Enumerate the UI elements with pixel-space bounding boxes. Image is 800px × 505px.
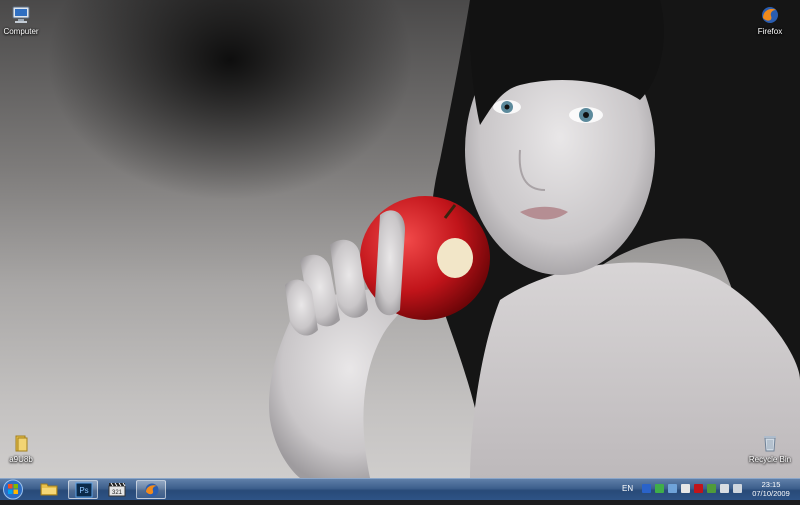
firefox-icon [762,7,778,23]
shield-icon[interactable] [707,484,716,493]
windows-logo-icon [3,479,23,500]
clock[interactable]: 23:15 07/10/2009 [748,480,794,498]
antivirus-icon[interactable] [694,484,703,493]
display-icon[interactable] [720,484,729,493]
clock-time: 23:15 [761,480,781,489]
computer-icon [12,6,30,23]
desktop-icon-label: Firefox [757,27,783,36]
network-icon[interactable] [668,484,677,493]
taskbar-button-media-player[interactable]: 321 [102,480,132,499]
desktop-icon-label: a9U8b [9,455,33,464]
folder-icon [40,483,58,496]
taskbar-button-photoshop[interactable]: Ps [68,480,98,499]
system-tray: EN 23:15 07/10/2009 [618,479,800,500]
taskbar-button-explorer[interactable] [34,480,64,499]
svg-text:Ps: Ps [79,486,88,495]
clock-date: 07/10/2009 [752,489,790,498]
desktop-icon-firefox[interactable]: Firefox [746,4,794,37]
clapperboard-icon: 321 [108,482,126,497]
firefox-icon [145,483,159,497]
language-indicator[interactable]: EN [622,484,633,493]
desktop-icon-label: Computer [3,27,39,36]
start-button[interactable] [2,479,24,500]
desktop-icon-label: Recycle Bin [748,455,792,464]
desktop-icon-recycle-bin[interactable]: Recycle Bin [746,432,794,465]
flag-icon[interactable] [681,484,690,493]
svg-text:321: 321 [112,490,123,496]
volume-icon[interactable] [733,484,742,493]
desktop[interactable]: Computer Firefox a9U8b Recycle Bin [0,0,800,478]
desktop-icon-folder[interactable]: a9U8b [0,432,45,465]
bluetooth-icon[interactable] [642,484,651,493]
desktop-icon-computer[interactable]: Computer [0,4,45,37]
folder-icon [15,435,28,452]
messenger-icon[interactable] [655,484,664,493]
wallpaper-image [269,0,800,478]
recycle-bin-icon [764,436,776,452]
photoshop-icon: Ps [75,482,93,498]
taskbar-button-firefox[interactable] [136,480,166,499]
taskbar: Ps 321 EN 23:15 07/10/2009 [0,478,800,500]
